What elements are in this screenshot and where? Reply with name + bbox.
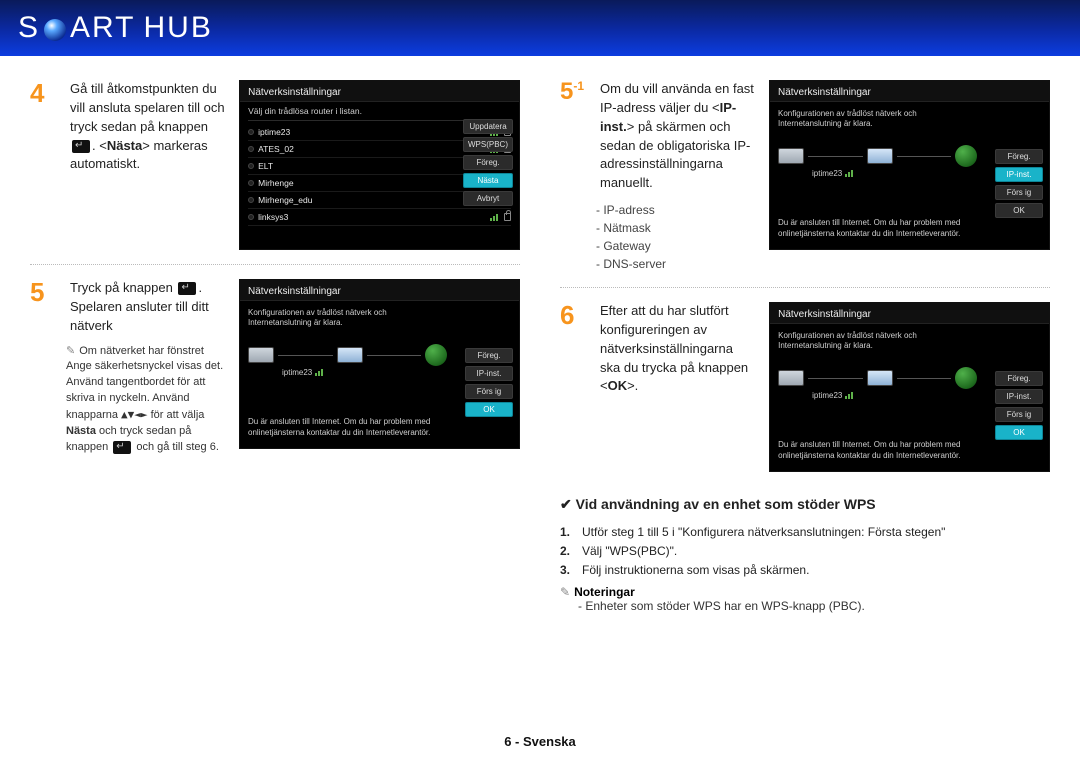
router-icon xyxy=(867,148,893,164)
enter-icon xyxy=(113,441,131,454)
btn-foreg[interactable]: Föreg. xyxy=(465,348,513,363)
screenshot-step4: Nätverksinställningar Välj din trådlösa … xyxy=(239,80,520,250)
internet-icon xyxy=(955,367,977,389)
pen-icon: ✎ xyxy=(66,345,75,357)
device-icon xyxy=(778,370,804,386)
btn-forsig[interactable]: Förs ig xyxy=(995,407,1043,422)
internet-icon xyxy=(955,145,977,167)
btn-ok[interactable]: OK xyxy=(995,425,1043,440)
step-5-text: Tryck på knappen . Spelaren ansluter til… xyxy=(70,279,225,336)
internet-icon xyxy=(425,344,447,366)
btn-forsig[interactable]: Förs ig xyxy=(465,384,513,399)
screenshot-step5: Nätverksinställningar Konfigurationen av… xyxy=(239,279,520,449)
wps-item-1: Utför steg 1 till 5 i "Konfigurera nätve… xyxy=(582,523,945,542)
shot4-buttons: Uppdatera WPS(PBC) Föreg. Nästa Avbryt xyxy=(463,119,513,206)
page-footer: 6 - Svenska xyxy=(0,734,1080,749)
wps-heading: ✔ Vid användning av en enhet som stöder … xyxy=(560,496,1050,513)
btn-foreg[interactable]: Föreg. xyxy=(995,149,1043,164)
btn-ok[interactable]: OK xyxy=(465,402,513,417)
brand-art: ART xyxy=(70,11,135,45)
wps-notes: ✎Noteringar xyxy=(560,585,1050,599)
brand-banner: S ART HUB xyxy=(0,0,1080,56)
step-6: 6 Efter att du har slutfört konfigurerin… xyxy=(560,302,755,464)
step-5-note: ✎Om nätverket har fönstret Ange säkerhet… xyxy=(66,344,225,457)
btn-nasta[interactable]: Nästa xyxy=(463,173,513,188)
shot-prompt: Välj din trådlösa router i listan. xyxy=(240,102,519,118)
step-number-5-1: 5-1 xyxy=(560,80,590,193)
btn-ipinst[interactable]: IP-inst. xyxy=(995,167,1043,182)
ip-fields-list: IP-adress Nätmask Gateway DNS-server xyxy=(596,201,755,273)
step-6-text: Efter att du har slutfört konfigureringe… xyxy=(600,302,755,464)
right-column: 5-1 Om du vill använda en fast IP-adress… xyxy=(560,80,1050,613)
btn-foreg[interactable]: Föreg. xyxy=(463,155,513,170)
device-icon xyxy=(778,148,804,164)
screenshot-step6: Nätverksinställningar Konfigurationen av… xyxy=(769,302,1050,472)
btn-avbryt[interactable]: Avbryt xyxy=(463,191,513,206)
brand-logo: S ART HUB xyxy=(18,11,213,45)
router-icon xyxy=(867,370,893,386)
btn-ipinst[interactable]: IP-inst. xyxy=(995,389,1043,404)
btn-forsig[interactable]: Förs ig xyxy=(995,185,1043,200)
brand-hub: HUB xyxy=(143,11,212,45)
step-number-6: 6 xyxy=(560,302,590,464)
step-4-text: Gå till åtkomstpunkten du vill ansluta s… xyxy=(70,80,225,242)
divider xyxy=(30,264,520,265)
step-number-5: 5 xyxy=(30,279,60,336)
btn-ok[interactable]: OK xyxy=(995,203,1043,218)
device-icon xyxy=(248,347,274,363)
btn-uppdatera[interactable]: Uppdatera xyxy=(463,119,513,134)
btn-foreg[interactable]: Föreg. xyxy=(995,371,1043,386)
pen-icon: ✎ xyxy=(560,585,570,599)
left-column: 4 Gå till åtkomstpunkten du vill ansluta… xyxy=(30,80,520,613)
btn-ipinst[interactable]: IP-inst. xyxy=(465,366,513,381)
enter-icon xyxy=(72,140,90,153)
step-4: 4 Gå till åtkomstpunkten du vill ansluta… xyxy=(30,80,225,242)
step-number-4: 4 xyxy=(30,80,60,242)
divider xyxy=(560,287,1050,288)
router-icon xyxy=(337,347,363,363)
step-5-1-text: Om du vill använda en fast IP-adress väl… xyxy=(600,80,755,193)
wps-item-3: Följ instruktionerna som visas på skärme… xyxy=(582,561,809,580)
wps-section: ✔ Vid användning av en enhet som stöder … xyxy=(560,496,1050,613)
enter-icon xyxy=(178,282,196,295)
globe-icon xyxy=(44,19,66,41)
btn-wpspbc[interactable]: WPS(PBC) xyxy=(463,137,513,152)
step-5-1: 5-1 Om du vill använda en fast IP-adress… xyxy=(560,80,755,193)
screenshot-step5-1: Nätverksinställningar Konfigurationen av… xyxy=(769,80,1050,250)
brand-s: S xyxy=(18,11,40,45)
wps-note-body: - Enheter som stöder WPS har en WPS-knap… xyxy=(578,599,1050,613)
step-5: 5 Tryck på knappen . Spelaren ansluter t… xyxy=(30,279,225,336)
wps-item-2: Välj "WPS(PBC)". xyxy=(582,542,677,561)
shot-title: Nätverksinställningar xyxy=(240,81,519,102)
